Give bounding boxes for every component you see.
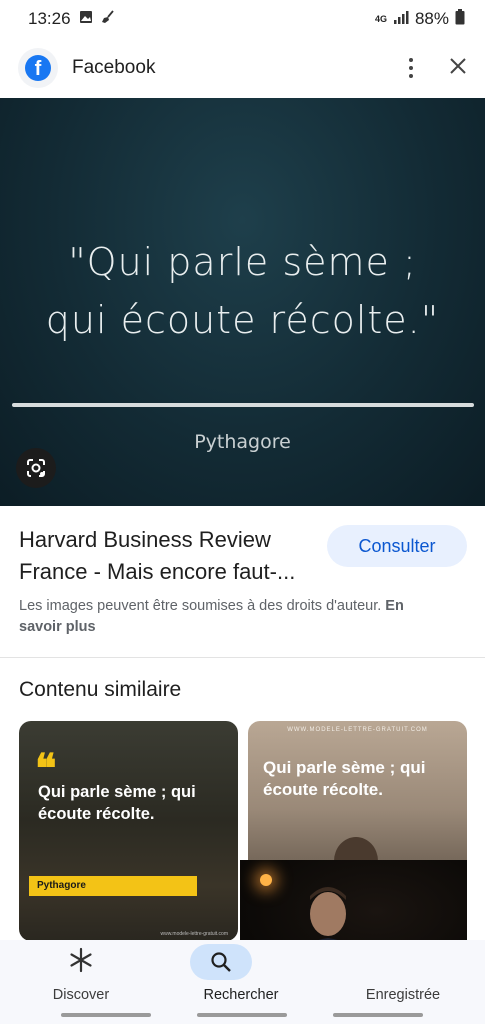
image-quote: "Qui parle sème ; qui écoute récolte.": [0, 233, 485, 349]
lamp-light: [260, 874, 272, 886]
card-watermark: www.modele-lettre-gratuit.com: [160, 931, 228, 937]
similar-card[interactable]: ❝ Qui parle sème ; qui écoute récolte. P…: [19, 721, 238, 941]
close-icon[interactable]: [449, 57, 467, 80]
status-bar: 13:26 4G 88%: [0, 0, 485, 38]
facebook-logo-icon[interactable]: f: [18, 48, 58, 88]
card-url: WWW.MODELE-LETTRE-GRATUIT.COM: [287, 727, 428, 733]
copyright-text: Les images peuvent être soumises à des d…: [19, 598, 382, 614]
nav-discover[interactable]: Discover: [11, 940, 151, 1003]
result-title[interactable]: Harvard Business Review France - Mais en…: [19, 524, 319, 588]
bottom-navigation: Discover Rechercher Enregistrée: [0, 940, 485, 1024]
broom-icon: [101, 9, 115, 29]
copyright-notice: Les images peuvent être soumises à des d…: [19, 596, 449, 638]
gesture-bar: [197, 1013, 287, 1017]
card-author-tag: Pythagore: [29, 876, 197, 896]
nav-saved[interactable]: Enregistrée: [333, 940, 473, 1003]
quote-line-1: "Qui parle sème ;: [68, 240, 417, 284]
source-header: f Facebook: [0, 38, 485, 98]
card-quote: Qui parle sème ; qui écoute récolte.: [38, 783, 196, 823]
image-author: Pythagore: [194, 431, 291, 453]
battery-percent: 88%: [414, 9, 449, 28]
network-type: 4G: [374, 13, 387, 24]
result-image[interactable]: "Qui parle sème ; qui écoute récolte." P…: [0, 98, 485, 506]
nav-label: Discover: [52, 987, 110, 1003]
result-info: Harvard Business Review France - Mais en…: [0, 506, 485, 658]
more-vert-icon[interactable]: [401, 54, 421, 82]
gallery-icon: [79, 9, 93, 29]
nav-label: Rechercher: [203, 987, 279, 1003]
quote-line-2: qui écoute récolte.": [45, 298, 440, 342]
nav-search[interactable]: Rechercher: [171, 940, 311, 1003]
search-icon: [190, 944, 252, 980]
gesture-bar: [333, 1013, 423, 1017]
signal-icon: [393, 9, 409, 29]
asterisk-icon: [68, 947, 94, 978]
nav-label: Enregistrée: [365, 987, 441, 1003]
gesture-bar: [61, 1013, 151, 1017]
source-title[interactable]: Facebook: [72, 57, 155, 79]
consult-button[interactable]: Consulter: [327, 525, 467, 567]
similar-section-title: Contenu similaire: [19, 678, 182, 701]
google-lens-icon[interactable]: [16, 448, 56, 488]
image-divider: [12, 403, 474, 407]
battery-icon: [455, 8, 465, 30]
status-time: 13:26: [28, 9, 71, 28]
card-quote: Qui parle sème ; qui écoute récolte.: [263, 758, 426, 799]
